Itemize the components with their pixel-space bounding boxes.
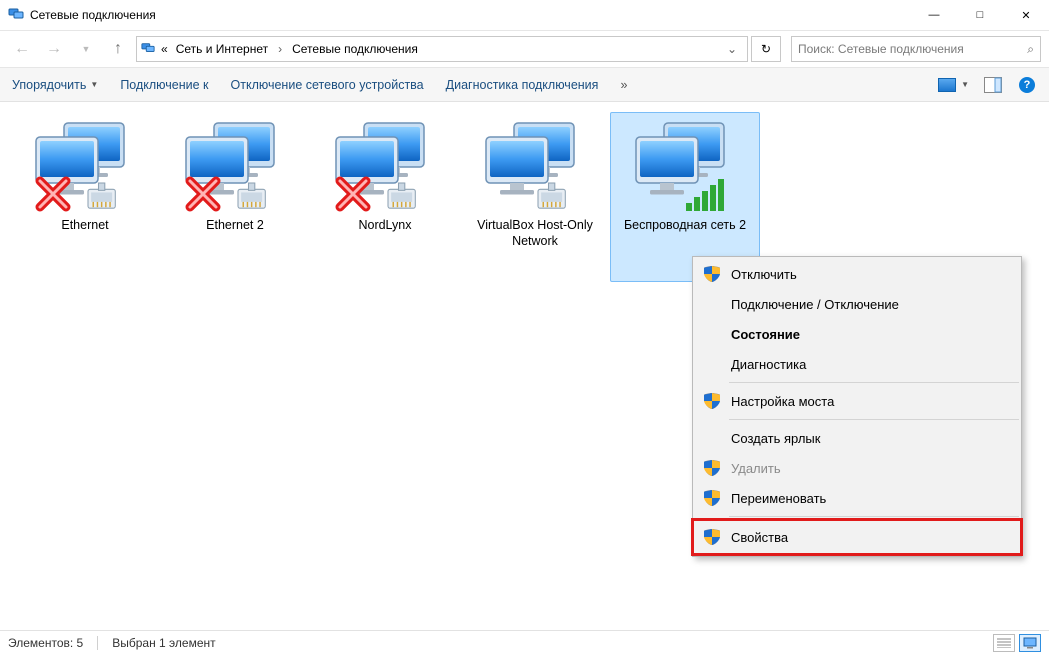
context-menu-item[interactable]: Настройка моста bbox=[693, 386, 1021, 416]
menu-separator bbox=[729, 516, 1019, 517]
menu-item-label: Подключение / Отключение bbox=[731, 297, 1021, 312]
menu-item-label: Удалить bbox=[731, 461, 1021, 476]
menu-separator bbox=[729, 382, 1019, 383]
recent-locations-button[interactable]: ▼ bbox=[72, 35, 100, 63]
folder-icon bbox=[141, 41, 155, 58]
context-menu-item[interactable]: Состояние bbox=[693, 319, 1021, 349]
organize-menu[interactable]: Упорядочить ▼ bbox=[12, 78, 98, 92]
forward-button[interactable]: → bbox=[40, 35, 68, 63]
close-button[interactable]: ✕ bbox=[1003, 0, 1049, 30]
shield-icon bbox=[703, 460, 721, 476]
context-menu-item[interactable]: Переименовать bbox=[693, 483, 1021, 513]
context-menu-item[interactable]: Свойства bbox=[693, 520, 1021, 554]
menu-item-label: Настройка моста bbox=[731, 394, 1021, 409]
network-icon bbox=[480, 119, 590, 214]
menu-item-label: Диагностика bbox=[731, 357, 1021, 372]
address-bar-row: ← → ▼ ↑ « Сеть и Интернет › Сетевые подк… bbox=[0, 30, 1049, 68]
network-connection-item[interactable]: VirtualBox Host-Only Network bbox=[460, 112, 610, 282]
menu-item-label: Отключить bbox=[731, 267, 1021, 282]
connect-to-button[interactable]: Подключение к bbox=[120, 78, 208, 92]
breadcrumb-segment[interactable]: Сеть и Интернет bbox=[174, 42, 270, 56]
shield-icon bbox=[703, 529, 721, 545]
chevron-right-icon[interactable]: › bbox=[274, 42, 286, 56]
organize-label: Упорядочить bbox=[12, 78, 86, 92]
network-connection-item[interactable]: Ethernet bbox=[10, 112, 160, 282]
details-view-button[interactable] bbox=[993, 634, 1015, 652]
refresh-button[interactable]: ↻ bbox=[751, 36, 781, 62]
context-menu-item[interactable]: Отключить bbox=[693, 259, 1021, 289]
shield-icon bbox=[703, 266, 721, 282]
search-box[interactable]: ⌕ bbox=[791, 36, 1041, 62]
disable-device-button[interactable]: Отключение сетевого устройства bbox=[231, 78, 424, 92]
item-label: Ethernet 2 bbox=[206, 218, 264, 234]
context-menu-item: Удалить bbox=[693, 453, 1021, 483]
chevron-down-icon: ▼ bbox=[90, 80, 98, 89]
menu-item-label: Свойства bbox=[731, 530, 1021, 545]
address-dropdown-button[interactable]: ⌄ bbox=[721, 42, 743, 56]
menu-item-label: Создать ярлык bbox=[731, 431, 1021, 446]
help-button[interactable]: ? bbox=[1017, 75, 1037, 95]
minimize-button[interactable]: — bbox=[911, 0, 957, 30]
window-title: Сетевые подключения bbox=[30, 8, 156, 22]
chevron-down-icon: ▼ bbox=[961, 80, 969, 89]
address-bar[interactable]: « Сеть и Интернет › Сетевые подключения … bbox=[136, 36, 748, 62]
search-input[interactable] bbox=[798, 42, 1023, 56]
breadcrumb-segment[interactable]: Сетевые подключения bbox=[290, 42, 420, 56]
separator bbox=[97, 636, 98, 650]
shield-icon bbox=[703, 393, 721, 409]
up-button[interactable]: ↑ bbox=[104, 35, 132, 63]
app-icon bbox=[8, 6, 24, 25]
menu-item-label: Состояние bbox=[731, 327, 1021, 342]
item-label: Ethernet bbox=[61, 218, 108, 234]
context-menu: Отключить Подключение / Отключение Состо… bbox=[692, 256, 1022, 557]
status-count: Элементов: 5 bbox=[8, 636, 83, 650]
status-bar: Элементов: 5 Выбран 1 элемент bbox=[0, 630, 1049, 654]
breadcrumb-prefix[interactable]: « bbox=[159, 42, 170, 56]
view-button[interactable] bbox=[937, 75, 957, 95]
network-icon bbox=[30, 119, 140, 214]
context-menu-item[interactable]: Диагностика bbox=[693, 349, 1021, 379]
large-icons-view-button[interactable] bbox=[1019, 634, 1041, 652]
item-label: Беспроводная сеть 2 bbox=[624, 218, 746, 234]
shield-icon bbox=[703, 490, 721, 506]
item-label: VirtualBox Host-Only Network bbox=[470, 218, 600, 249]
network-icon bbox=[330, 119, 440, 214]
command-bar: Упорядочить ▼ Подключение к Отключение с… bbox=[0, 68, 1049, 102]
menu-separator bbox=[729, 419, 1019, 420]
diagnose-button[interactable]: Диагностика подключения bbox=[446, 78, 599, 92]
search-icon: ⌕ bbox=[1027, 42, 1034, 57]
titlebar: Сетевые подключения — □ ✕ bbox=[0, 0, 1049, 30]
overflow-button[interactable]: » bbox=[620, 78, 627, 92]
network-icon bbox=[630, 119, 740, 214]
status-selection: Выбран 1 элемент bbox=[112, 636, 215, 650]
maximize-button[interactable]: □ bbox=[957, 0, 1003, 30]
network-connection-item[interactable]: NordLynx bbox=[310, 112, 460, 282]
context-menu-item[interactable]: Подключение / Отключение bbox=[693, 289, 1021, 319]
item-label: NordLynx bbox=[358, 218, 411, 234]
network-icon bbox=[180, 119, 290, 214]
window-controls: — □ ✕ bbox=[911, 0, 1049, 30]
menu-item-label: Переименовать bbox=[731, 491, 1021, 506]
context-menu-item[interactable]: Создать ярлык bbox=[693, 423, 1021, 453]
network-connection-item[interactable]: Ethernet 2 bbox=[160, 112, 310, 282]
back-button[interactable]: ← bbox=[8, 35, 36, 63]
preview-pane-button[interactable] bbox=[983, 75, 1003, 95]
